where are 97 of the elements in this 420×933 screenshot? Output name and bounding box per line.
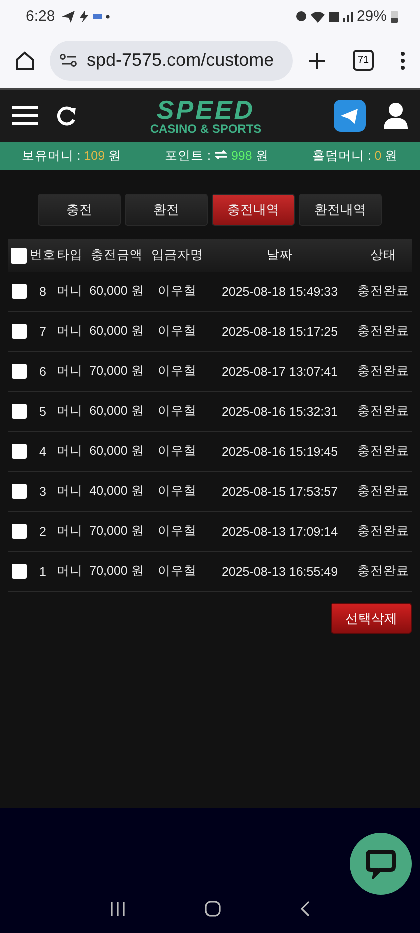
table-cell: 머니 <box>56 363 84 380</box>
dot-icon <box>106 14 110 18</box>
address-bar[interactable]: spd-7575.com/custome <box>50 40 293 80</box>
tab-count-button[interactable]: 71 <box>353 50 374 71</box>
table-cell-text: 2025-08-13 16:55:49 <box>220 564 340 578</box>
table-cell: 머니 <box>56 483 84 500</box>
checkbox[interactable] <box>11 248 27 264</box>
telegram-icon[interactable] <box>334 100 366 132</box>
home-icon[interactable] <box>204 900 222 918</box>
table-cell-text: 이우철 <box>157 443 198 460</box>
checkbox[interactable] <box>12 364 26 379</box>
table-cell-text: 충전완료 <box>356 443 410 460</box>
table-cell-text: 2025-08-18 15:17:25 <box>220 324 340 338</box>
more-icon[interactable] <box>400 50 406 70</box>
table-cell: 머니 <box>56 563 84 580</box>
checkbox[interactable] <box>12 404 26 419</box>
table-cell-text: 7 <box>38 324 48 338</box>
table-cell-text: 이우철 <box>157 403 198 420</box>
table-cell-text: 이우철 <box>157 563 198 580</box>
chat-icon <box>365 849 397 879</box>
column-header: 날짜 <box>266 247 294 264</box>
tab[interactable]: 환전내역 <box>299 194 382 226</box>
refresh-icon[interactable] <box>56 105 78 127</box>
table-cell-text: 2025-08-16 15:19:45 <box>220 444 340 458</box>
send-icon <box>61 10 76 24</box>
table-cell-text: 2025-08-16 15:32:31 <box>220 404 340 418</box>
table-cell-text: 60,000 원 <box>88 323 146 340</box>
balance-item: 포인트 : 998 원 <box>165 148 269 164</box>
table-cell-text: 4 <box>38 444 48 458</box>
bolt-icon <box>79 10 90 24</box>
table-cell-text: 2025-08-17 13:07:41 <box>220 364 340 378</box>
menu-icon[interactable] <box>12 105 38 127</box>
column-header: 입금자명 <box>150 247 204 264</box>
table-cell-text: 5 <box>38 404 48 418</box>
column-header: 충전금액 <box>90 247 144 264</box>
table-cell: 머니 <box>56 283 84 300</box>
delete-selected-button[interactable]: 선택삭제 <box>331 603 412 634</box>
checkbox[interactable] <box>12 564 26 579</box>
back-icon[interactable] <box>299 900 312 918</box>
wifi-icon <box>310 10 325 22</box>
user-icon[interactable] <box>384 102 408 130</box>
table-cell-text: 충전완료 <box>356 283 410 300</box>
checkbox[interactable] <box>12 484 26 499</box>
url-text: spd-7575.com/custome <box>87 50 274 71</box>
table-cell-text: 2025-08-13 17:09:14 <box>220 524 340 538</box>
table-cell-text: 충전완료 <box>356 323 410 340</box>
table-cell-text: 60,000 원 <box>88 403 146 420</box>
table-cell-text: 2 <box>38 524 48 538</box>
plus-icon[interactable] <box>307 50 327 70</box>
table-cell-text: 3 <box>38 484 48 498</box>
checkbox[interactable] <box>12 324 26 339</box>
table-cell-text: 8 <box>38 284 48 298</box>
table-cell: 머니 <box>56 523 84 540</box>
home-icon[interactable] <box>14 50 36 72</box>
table-cell-text: 6 <box>38 364 48 378</box>
table-cell-text: 이우철 <box>157 283 198 300</box>
balance-item: 보유머니 : 109 원 <box>22 148 122 164</box>
signal-icon <box>342 12 353 22</box>
table-cell-text: 60,000 원 <box>88 443 146 460</box>
table-cell-text: 70,000 원 <box>88 563 146 580</box>
logo-subtitle: CASINO & SPORTS <box>150 123 262 135</box>
logo-text: SPEED <box>156 97 256 123</box>
column-header: 타입 <box>56 247 84 264</box>
table-cell-text: 60,000 원 <box>88 283 146 300</box>
table-cell: 머니 <box>56 443 84 460</box>
checkbox[interactable] <box>12 444 26 459</box>
table-cell-text: 충전완료 <box>356 363 410 380</box>
table-cell-text: 이우철 <box>157 323 198 340</box>
table-cell-text: 1 <box>38 564 48 578</box>
tab[interactable]: 충전내역 <box>212 194 295 226</box>
tab[interactable]: 충전 <box>38 194 121 226</box>
table-cell: 머니 <box>56 403 84 420</box>
table-cell-text: 2025-08-18 15:49:33 <box>220 284 340 298</box>
checkbox[interactable] <box>12 284 26 299</box>
battery-percent: 29% <box>356 8 387 25</box>
table-cell-text: 40,000 원 <box>88 483 146 500</box>
app-notification-icon <box>93 14 102 19</box>
site-settings-icon[interactable] <box>60 54 78 68</box>
table-cell-text: 충전완료 <box>356 563 410 580</box>
balance-item: 홀덤머니 : 0 원 <box>312 148 398 164</box>
column-header: 상태 <box>370 247 398 264</box>
column-header: 번호 <box>30 247 56 264</box>
checkbox[interactable] <box>12 524 26 539</box>
table-cell-text: 70,000 원 <box>88 363 146 380</box>
table-cell-text: 이우철 <box>157 363 198 380</box>
recent-apps-icon[interactable] <box>108 901 127 917</box>
table-cell-text: 이우철 <box>157 483 198 500</box>
table-cell: 머니 <box>56 323 84 340</box>
table-cell-text: 충전완료 <box>356 483 410 500</box>
table-cell-text: 2025-08-15 17:53:57 <box>220 484 340 498</box>
tab[interactable]: 환전 <box>125 194 208 226</box>
battery-icon <box>391 10 398 23</box>
table-cell-text: 충전완료 <box>356 403 410 420</box>
table-cell-text: 이우철 <box>157 523 198 540</box>
table-cell-text: 충전완료 <box>356 523 410 540</box>
status-time: 6:28 <box>26 8 56 25</box>
table-cell-text: 70,000 원 <box>88 523 146 540</box>
